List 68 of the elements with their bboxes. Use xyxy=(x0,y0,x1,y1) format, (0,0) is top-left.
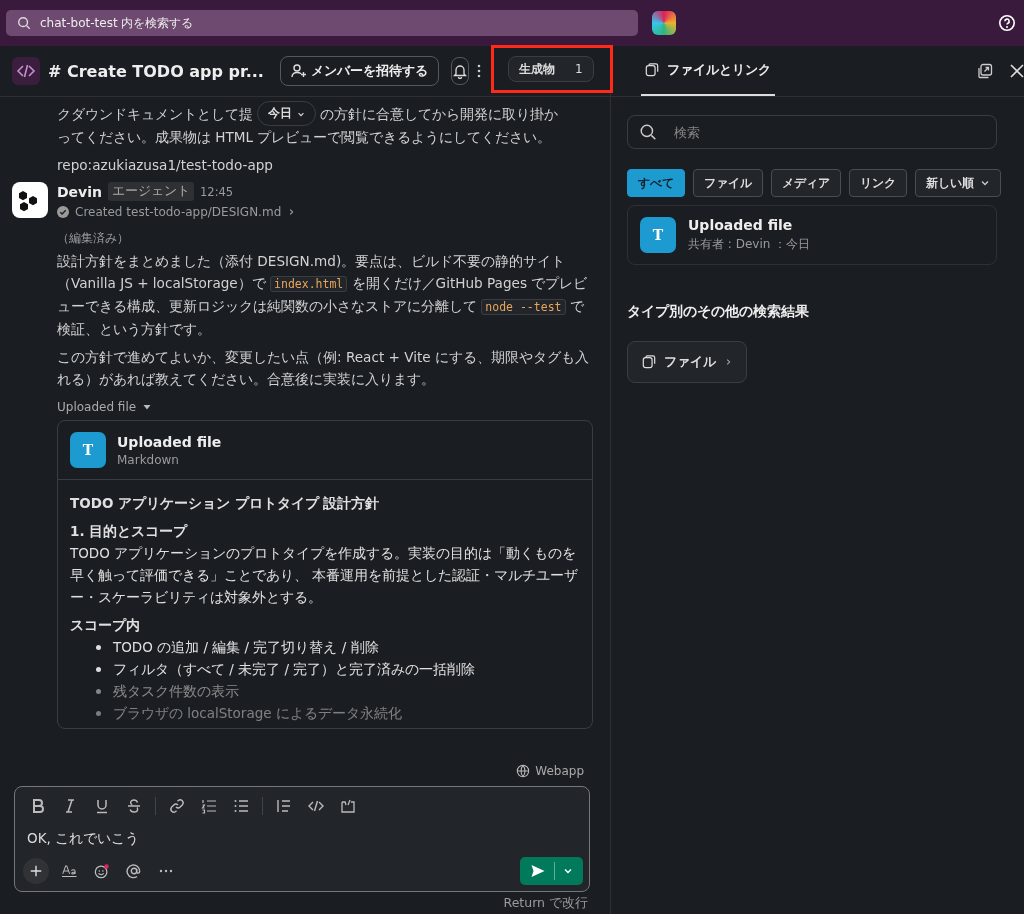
files-icon xyxy=(642,355,656,369)
app-label: Webapp xyxy=(535,764,584,778)
list-item: TODO の追加 / 編集 / 完了切り替え / 削除 xyxy=(113,638,379,657)
app-logo-icon[interactable] xyxy=(652,11,676,35)
filter-chip[interactable]: メディア xyxy=(771,169,841,197)
filter-chip[interactable]: リンク xyxy=(849,169,907,197)
message-text: ってください。成果物は HTML プレビューで閲覧できるようにしてください。 xyxy=(57,128,553,147)
action-text[interactable]: Created test-todo-app/DESIGN.md xyxy=(75,205,282,219)
message-text: この方針で進めてよいか、変更したい点（例: React + Vite にする、期限やタグも入れる）があれば教えてください。合意後に実装に入ります。 xyxy=(57,348,591,389)
files-icon xyxy=(645,63,659,77)
date-pill[interactable]: 今日 xyxy=(257,101,316,126)
search-field[interactable]: chat-bot-test 内を検索する xyxy=(6,10,638,36)
open-in-window-icon[interactable] xyxy=(977,63,993,79)
check-circle-icon xyxy=(57,206,69,218)
message-input[interactable]: OK, これでいこう xyxy=(27,831,583,847)
message-time[interactable]: 12:45 xyxy=(200,184,234,199)
caret-icon xyxy=(142,402,153,412)
more-icon[interactable] xyxy=(476,64,481,78)
message-text: クダウンドキュメントとして提 xyxy=(57,104,253,124)
filter-chip[interactable]: ファイル xyxy=(693,169,763,197)
files-and-links-tab[interactable]: ファイルとリンク xyxy=(641,46,775,96)
code-icon xyxy=(12,57,40,85)
artifacts-button[interactable]: 生成物 1 xyxy=(507,56,594,82)
agent-badge: エージェント xyxy=(108,182,194,201)
invite-members-button[interactable]: メンバーを招待する xyxy=(279,56,439,86)
chevron-right-icon xyxy=(724,358,732,366)
globe-icon xyxy=(516,764,531,778)
notification-button[interactable] xyxy=(450,57,469,85)
composer-hint: Return で改行 xyxy=(502,894,589,912)
send-icon xyxy=(530,863,546,879)
search-field[interactable]: 検索 xyxy=(627,115,997,149)
message-text: repo:azukiazusa1/test-todo-app xyxy=(57,156,274,175)
filter-chip[interactable]: すべて xyxy=(627,169,685,197)
document-heading: 1. 目的とスコープ xyxy=(70,522,189,541)
document-text: TODO アプリケーションのプロトタイプを作成する。実装の目的は「動くものを早く触って評価できる」ことであり、 本番運用を前提とした認証・マルチユーザー・スケーラビリティは対象外とする。 xyxy=(70,544,580,607)
file-name: Uploaded file xyxy=(117,433,222,450)
add-person-icon xyxy=(290,63,307,79)
message-text: の方針に合意してから開発に取り掛か xyxy=(320,104,558,124)
file-card[interactable]: T Uploaded file 共有者 : Devin ：今日 xyxy=(627,205,997,265)
send-button[interactable] xyxy=(520,857,583,885)
author-name[interactable]: Devin xyxy=(57,183,102,200)
search-icon xyxy=(639,123,657,141)
channel-title[interactable]: # Create TODO app pr... xyxy=(48,61,264,81)
chevron-right-icon xyxy=(287,208,296,216)
caret-icon xyxy=(980,178,990,188)
section-heading: タイプ別のその他の検索結果 xyxy=(627,303,809,321)
message-text: 設計方針をまとめました（添付 DESIGN.md)。要点は、ビルド不要の静的サイト（Vanilla JS + localStorage）で index.html を開くだけ／GitHub Pages でプレビューできる構成、更新ロジックは純関数の小さなストアに分離して node --test で検証、という方針です。 xyxy=(57,252,589,339)
plus-icon[interactable] xyxy=(23,858,49,884)
attachment-toggle[interactable]: Uploaded file xyxy=(57,400,153,414)
list-item: ブラウザの localStorage によるデータ永続化 xyxy=(113,704,402,723)
help-icon[interactable] xyxy=(998,14,1016,32)
file-meta: 共有者 : Devin ：今日 xyxy=(688,236,811,253)
list-item: フィルタ（すべて / 未完了 / 完了）と完了済みの一括削除 xyxy=(113,660,476,679)
edited-label: （編集済み） xyxy=(57,231,130,246)
sort-dropdown[interactable]: 新しい順 xyxy=(915,169,1001,197)
document-heading: TODO アプリケーション プロトタイプ 設計方針 xyxy=(70,494,381,513)
bot-avatar-icon[interactable] xyxy=(12,182,48,218)
files-button[interactable]: ファイル xyxy=(627,341,747,383)
file-name: Uploaded file xyxy=(688,217,794,233)
search-icon xyxy=(17,16,31,30)
file-card[interactable] xyxy=(57,420,593,729)
close-icon[interactable] xyxy=(1009,63,1024,79)
file-type: Markdown xyxy=(117,452,180,467)
document-heading: スコープ内 xyxy=(70,616,141,635)
caret-icon[interactable] xyxy=(563,866,573,876)
text-file-icon: T xyxy=(70,432,106,468)
text-file-icon: T xyxy=(640,217,676,253)
list-item: 残タスク件数の表示 xyxy=(113,682,239,701)
